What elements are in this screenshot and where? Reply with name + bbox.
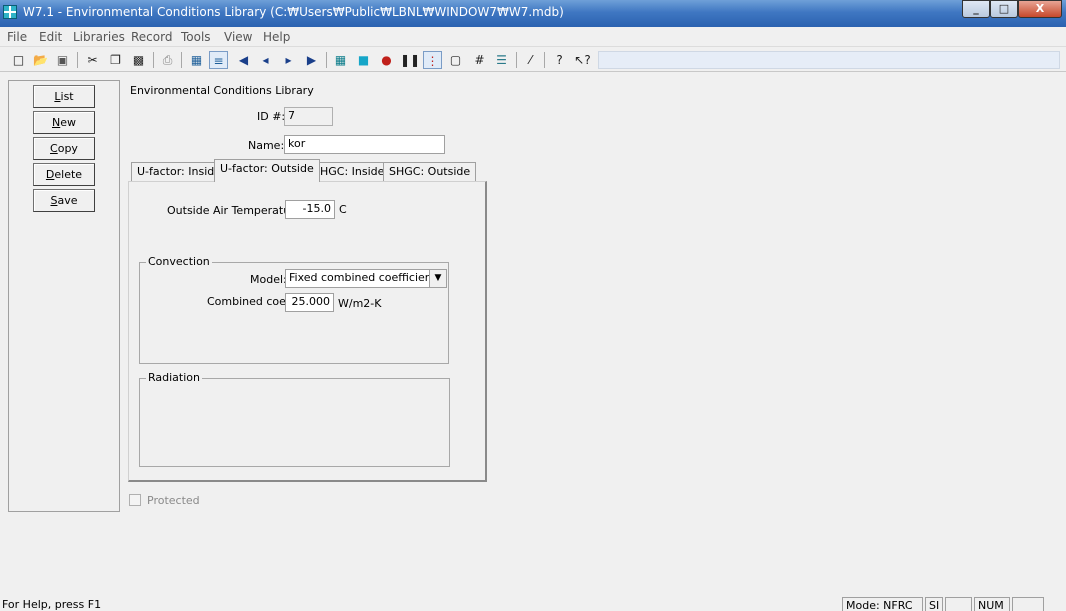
menu-file[interactable]: File [7, 30, 27, 44]
print-icon[interactable]: ⎙ [158, 51, 177, 69]
calc-icon[interactable]: ▦ [331, 51, 350, 69]
pin-icon[interactable]: ● [377, 51, 396, 69]
radiation-title: Radiation [146, 371, 202, 384]
status-help-text: For Help, press F1 [2, 598, 102, 611]
id-field: 7 [284, 107, 333, 126]
help-icon[interactable]: ? [550, 51, 569, 69]
model-select[interactable]: Fixed combined coefficient ▼ [285, 269, 447, 288]
cut-icon[interactable]: ✂ [83, 51, 102, 69]
outside-air-temp-label: Outside Air Temperature [167, 204, 302, 217]
radiation-group: Radiation [139, 371, 450, 467]
open-icon[interactable]: 📂 [31, 51, 50, 69]
status-units: SI [925, 597, 943, 611]
tab-ufactor-inside[interactable]: U-factor: Inside [131, 162, 228, 181]
status-num: NUM [974, 597, 1010, 611]
status-blank-1 [945, 597, 972, 611]
grid-view-icon[interactable]: ▦ [187, 51, 206, 69]
menu-view[interactable]: View [224, 30, 252, 44]
list-button[interactable]: List [33, 85, 95, 108]
app-icon[interactable] [3, 5, 17, 19]
hash-icon[interactable]: # [470, 51, 489, 69]
protected-label: Protected [147, 494, 200, 507]
first-record-icon[interactable]: ◀ [234, 51, 253, 69]
outside-air-temp-input[interactable]: -15.0 [285, 200, 335, 219]
new-icon[interactable]: □ [9, 51, 28, 69]
units-icon[interactable]: ⁄ [521, 51, 540, 69]
last-record-icon[interactable]: ▶ [302, 51, 321, 69]
close-button[interactable]: X [1018, 0, 1062, 18]
new-button[interactable]: New [33, 111, 95, 134]
toolbar-filler [598, 51, 1060, 69]
temp-unit: C [339, 203, 347, 216]
copy-button[interactable]: Copy [33, 137, 95, 160]
tab-panel-ufactor-outside: Outside Air Temperature -15.0 C Convecti… [128, 181, 487, 482]
pause-icon[interactable]: ❚❚ [400, 51, 420, 69]
delete-button[interactable]: Delete [33, 163, 95, 186]
menu-edit[interactable]: Edit [39, 30, 62, 44]
convection-group: Convection Model: Fixed combined coeffic… [139, 255, 449, 364]
menu-tools[interactable]: Tools [181, 30, 211, 44]
maximize-button[interactable]: □ [990, 0, 1018, 18]
paste-icon[interactable]: ▩ [129, 51, 148, 69]
window-title: W7.1 - Environmental Conditions Library … [23, 5, 564, 19]
coef-unit: W/m2-K [338, 297, 382, 310]
combined-coef-label: Combined coef. [207, 295, 293, 308]
whats-this-icon[interactable]: ↖? [573, 51, 592, 69]
record-actions-panel: List New Copy Delete Save [8, 80, 120, 512]
toolbar: □ 📂 ▣ ✂ ❐ ▩ ⎙ ▦ ≡ ◀ ◂ ▸ ▶ ▦ ■ ● ❚❚ ⋮ ▢ #… [0, 48, 1066, 72]
menu-libraries[interactable]: Libraries [73, 30, 125, 44]
id-label: ID #: [257, 110, 286, 123]
list-view-icon[interactable]: ≡ [209, 51, 228, 69]
menu-bar: File Edit Libraries Record Tools View He… [0, 27, 1066, 47]
status-bar: For Help, press F1 Mode: NFRC SI NUM [0, 597, 1066, 611]
protected-checkbox[interactable] [129, 494, 141, 506]
status-blank-2 [1012, 597, 1044, 611]
previous-record-icon[interactable]: ◂ [256, 51, 275, 69]
convection-title: Convection [146, 255, 212, 268]
combined-coef-input[interactable]: 25.000 [285, 293, 334, 312]
copy-icon[interactable]: ❐ [106, 51, 125, 69]
chevron-down-icon[interactable]: ▼ [429, 270, 446, 287]
title-bar: W7.1 - Environmental Conditions Library … [0, 0, 1066, 27]
name-label: Name: [248, 139, 285, 152]
striped-icon[interactable]: ☰ [492, 51, 511, 69]
next-record-icon[interactable]: ▸ [279, 51, 298, 69]
tab-ufactor-outside[interactable]: U-factor: Outside [214, 159, 320, 182]
minimize-button[interactable]: _ [962, 0, 990, 18]
name-input[interactable]: kor [284, 135, 445, 154]
frame-icon[interactable]: ▢ [446, 51, 465, 69]
menu-help[interactable]: Help [263, 30, 290, 44]
thermometer-icon[interactable]: ⋮ [423, 51, 442, 69]
library-title: Environmental Conditions Library [130, 84, 314, 97]
save-icon[interactable]: ▣ [53, 51, 72, 69]
tab-shgc-outside[interactable]: SHGC: Outside [383, 162, 477, 181]
save-button[interactable]: Save [33, 189, 95, 212]
menu-record[interactable]: Record [131, 30, 172, 44]
color-icon[interactable]: ■ [354, 51, 373, 69]
status-mode: Mode: NFRC [842, 597, 923, 611]
model-label: Model: [250, 273, 287, 286]
